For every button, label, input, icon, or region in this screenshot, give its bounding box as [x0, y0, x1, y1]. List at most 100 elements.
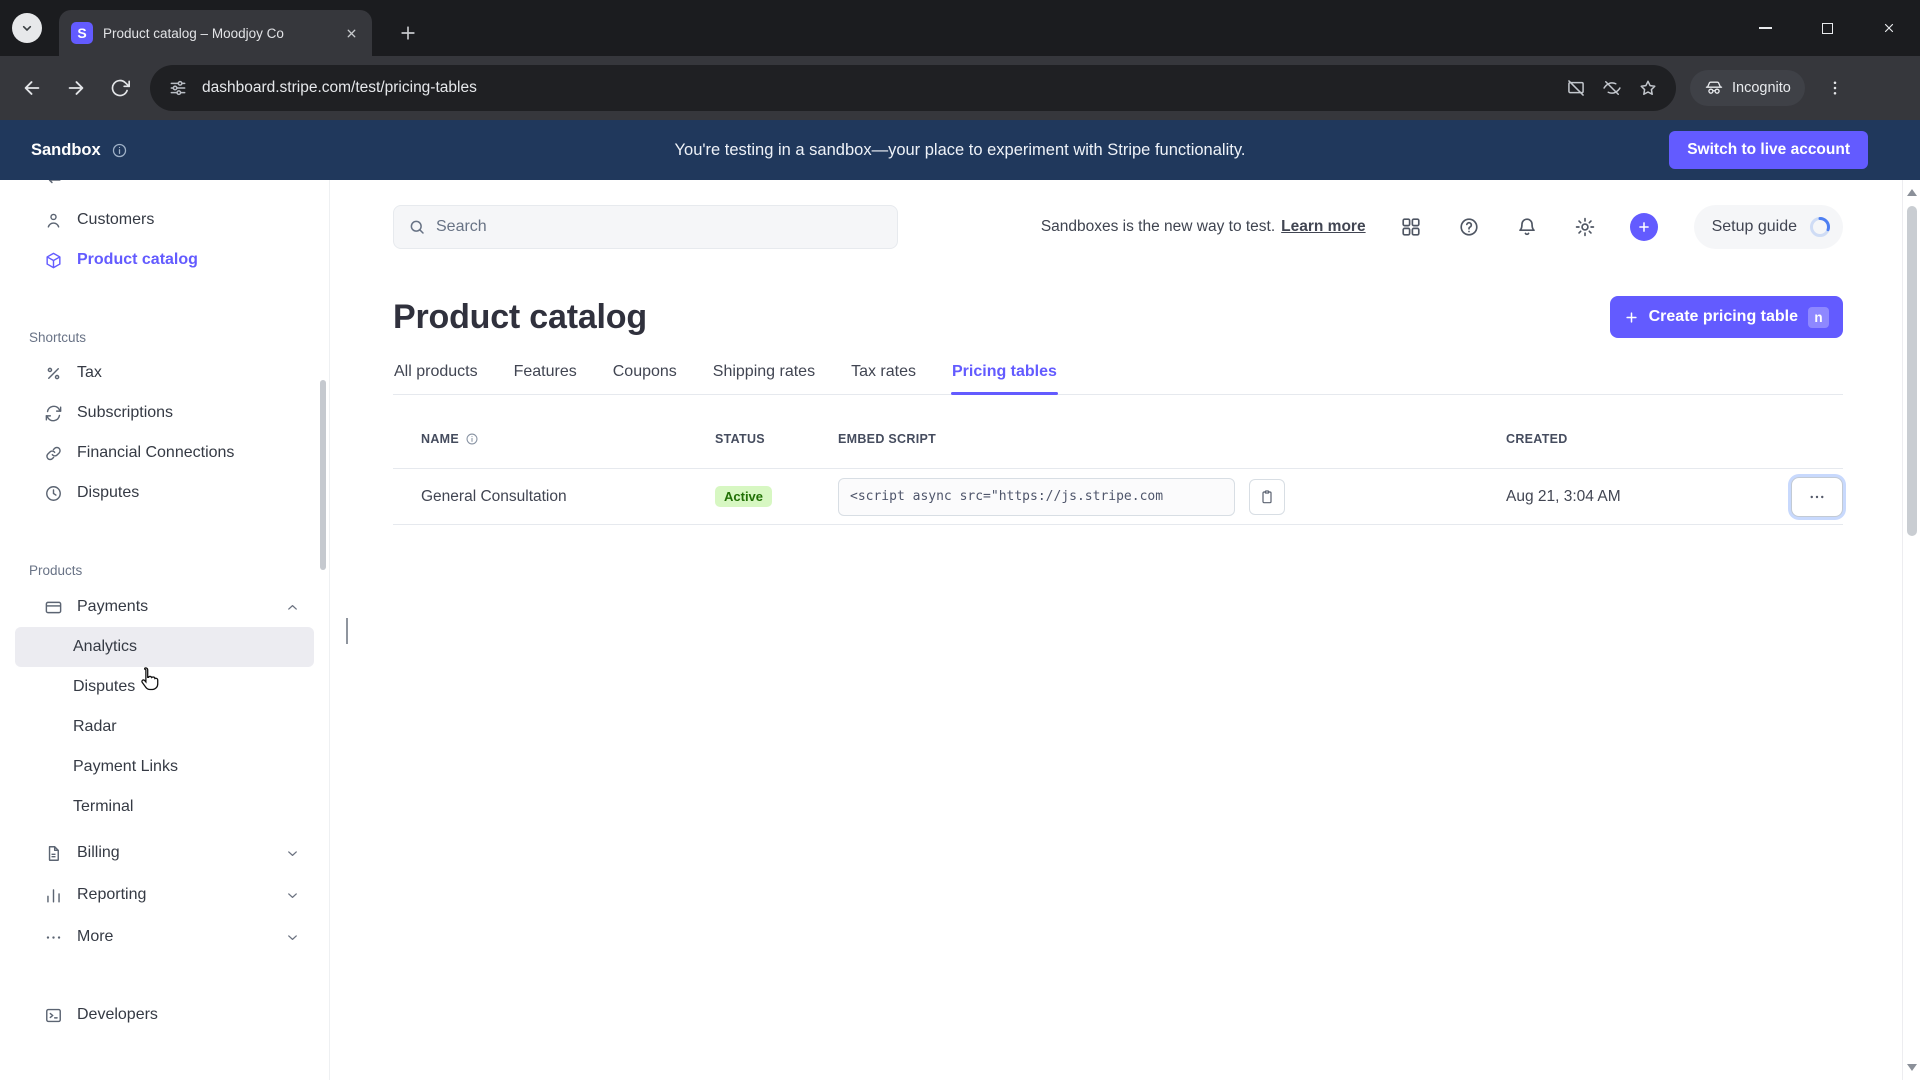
copy-embed-script-button[interactable] [1249, 478, 1285, 515]
eye-off-icon[interactable] [1600, 76, 1624, 100]
apps-grid-button[interactable] [1398, 214, 1424, 240]
site-settings-icon[interactable] [166, 76, 190, 100]
bookmark-star-icon[interactable] [1636, 76, 1660, 100]
sidebar-item-reporting[interactable]: Reporting [15, 875, 314, 915]
payments-icon [44, 598, 63, 617]
sidebar-item-transactions[interactable]: Transactions [15, 180, 329, 196]
url-bar[interactable]: dashboard.stripe.com/test/pricing-tables [150, 65, 1676, 111]
sidebar-item-customers[interactable]: Customers [15, 200, 314, 240]
window-controls [1734, 0, 1920, 56]
table-header-row: NAME STATUS EMBED SCRIPT CREATED [393, 409, 1843, 469]
page-scrollbar[interactable] [1902, 180, 1920, 1080]
reporting-icon [44, 886, 63, 905]
bell-icon [1518, 218, 1535, 236]
sidebar-item-label: Financial Connections [77, 444, 235, 461]
sidebar-item-payments[interactable]: Payments [15, 587, 314, 627]
sidebar-item-financial-connections[interactable]: Financial Connections [15, 433, 314, 473]
kebab-menu-icon [1833, 81, 1837, 95]
browser-menu-button[interactable] [1815, 68, 1855, 108]
sandboxes-message: Sandboxes is the new way to test. [1040, 218, 1276, 235]
search-input[interactable]: Search [393, 205, 898, 249]
close-icon [1884, 23, 1894, 33]
sidebar-item-terminal[interactable]: Terminal [15, 787, 314, 827]
customers-icon [44, 211, 63, 230]
embed-script-text: <script async src="https://js.stripe.com [850, 489, 1164, 504]
scroll-down-arrow[interactable] [1907, 1064, 1917, 1071]
stripe-favicon: S [71, 22, 93, 44]
setup-guide-button[interactable]: Setup guide [1693, 205, 1843, 249]
settings-button[interactable] [1572, 214, 1598, 240]
plus-icon [1626, 311, 1637, 323]
column-header-created: CREATED [1506, 431, 1568, 446]
plus-icon [1638, 222, 1649, 232]
back-button[interactable] [10, 66, 54, 110]
sidebar-scrollbar[interactable] [320, 380, 326, 570]
tab-title: Product catalog – Moodjoy Co [103, 25, 284, 41]
create-button-label: Create pricing table [1648, 308, 1798, 325]
sidebar-item-label: More [77, 928, 114, 945]
sidebar-item-payment-links[interactable]: Payment Links [15, 747, 314, 787]
screen: { "browser": { "tab_title": "Product cat… [0, 0, 1920, 1080]
tax-icon [44, 364, 63, 383]
main-content: Search Sandboxes is the new way to test.… [330, 180, 1902, 1080]
sidebar-item-label: Product catalog [77, 251, 198, 268]
notifications-button[interactable] [1514, 214, 1540, 240]
more-icon [44, 928, 63, 947]
sidebar-item-tax[interactable]: Tax [15, 353, 314, 393]
sandbox-message: You're testing in a sandbox—your place t… [674, 140, 1246, 159]
forward-button[interactable] [54, 66, 98, 110]
quick-create-button[interactable] [1629, 213, 1658, 241]
column-header-embed-script: EMBED SCRIPT [838, 431, 937, 446]
switch-to-live-account-button[interactable]: Switch to live account [1669, 131, 1868, 169]
browser-tab-strip: S Product catalog – Moodjoy Co [0, 0, 1920, 56]
tab-coupons[interactable]: Coupons [612, 355, 678, 394]
sidebar-item-more[interactable]: More [15, 917, 314, 957]
embed-script-field[interactable]: <script async src="https://js.stripe.com [838, 477, 1235, 516]
reload-button[interactable] [98, 66, 142, 110]
sidebar-item-disputes[interactable]: Disputes [15, 473, 314, 513]
tab-features[interactable]: Features [513, 355, 578, 394]
incognito-label: Incognito [1732, 80, 1791, 96]
pricing-table-name[interactable]: General Consultation [421, 488, 567, 505]
screen-share-off-icon[interactable] [1564, 76, 1588, 100]
create-pricing-table-button[interactable]: Create pricing table n [1609, 296, 1843, 338]
learn-more-link[interactable]: Learn more [1281, 218, 1365, 236]
table-row[interactable]: General Consultation Active <script asyn… [393, 469, 1843, 525]
sidebar-section-shortcuts: Shortcuts [29, 330, 87, 345]
sidebar-item-label: Billing [77, 844, 120, 861]
tab-all-products[interactable]: All products [393, 355, 479, 394]
sidebar-item-developers[interactable]: Developers [15, 995, 314, 1035]
minimize-icon [1758, 27, 1772, 29]
window-minimize-button[interactable] [1734, 0, 1796, 56]
keyboard-shortcut-badge: n [1808, 306, 1829, 328]
column-header-status: STATUS [715, 431, 765, 446]
browser-tab[interactable]: S Product catalog – Moodjoy Co [59, 10, 372, 56]
tab-search-button[interactable] [12, 13, 42, 43]
tab-shipping-rates[interactable]: Shipping rates [712, 355, 816, 394]
help-button[interactable] [1456, 214, 1482, 240]
billing-icon [44, 844, 63, 863]
sidebar-item-label: Payment Links [73, 758, 178, 775]
sidebar-item-subscriptions[interactable]: Subscriptions [15, 393, 314, 433]
new-tab-button[interactable] [390, 10, 426, 56]
setup-guide-label: Setup guide [1711, 218, 1797, 235]
tab-close-icon[interactable] [342, 24, 360, 42]
info-icon[interactable] [465, 432, 479, 446]
sidebar-item-billing[interactable]: Billing [15, 833, 314, 873]
url-text: dashboard.stripe.com/test/pricing-tables [202, 79, 477, 96]
window-close-button[interactable] [1858, 0, 1920, 56]
sidebar-item-payments-disputes[interactable]: Disputes [15, 667, 314, 707]
row-overflow-menu-button[interactable] [1791, 476, 1843, 517]
search-placeholder: Search [436, 218, 487, 235]
sidebar-item-product-catalog[interactable]: Product catalog [15, 240, 314, 280]
sidebar-section-products: Products [29, 563, 83, 578]
column-header-name: NAME [421, 431, 460, 446]
tab-tax-rates[interactable]: Tax rates [850, 355, 917, 394]
scrollbar-thumb[interactable] [1907, 206, 1917, 536]
window-maximize-button[interactable] [1796, 0, 1858, 56]
tab-pricing-tables[interactable]: Pricing tables [951, 355, 1058, 395]
sidebar-item-analytics[interactable]: Analytics [15, 627, 314, 667]
sidebar-item-radar[interactable]: Radar [15, 707, 314, 747]
scroll-up-arrow[interactable] [1907, 189, 1917, 196]
chevron-down-icon [22, 25, 32, 31]
